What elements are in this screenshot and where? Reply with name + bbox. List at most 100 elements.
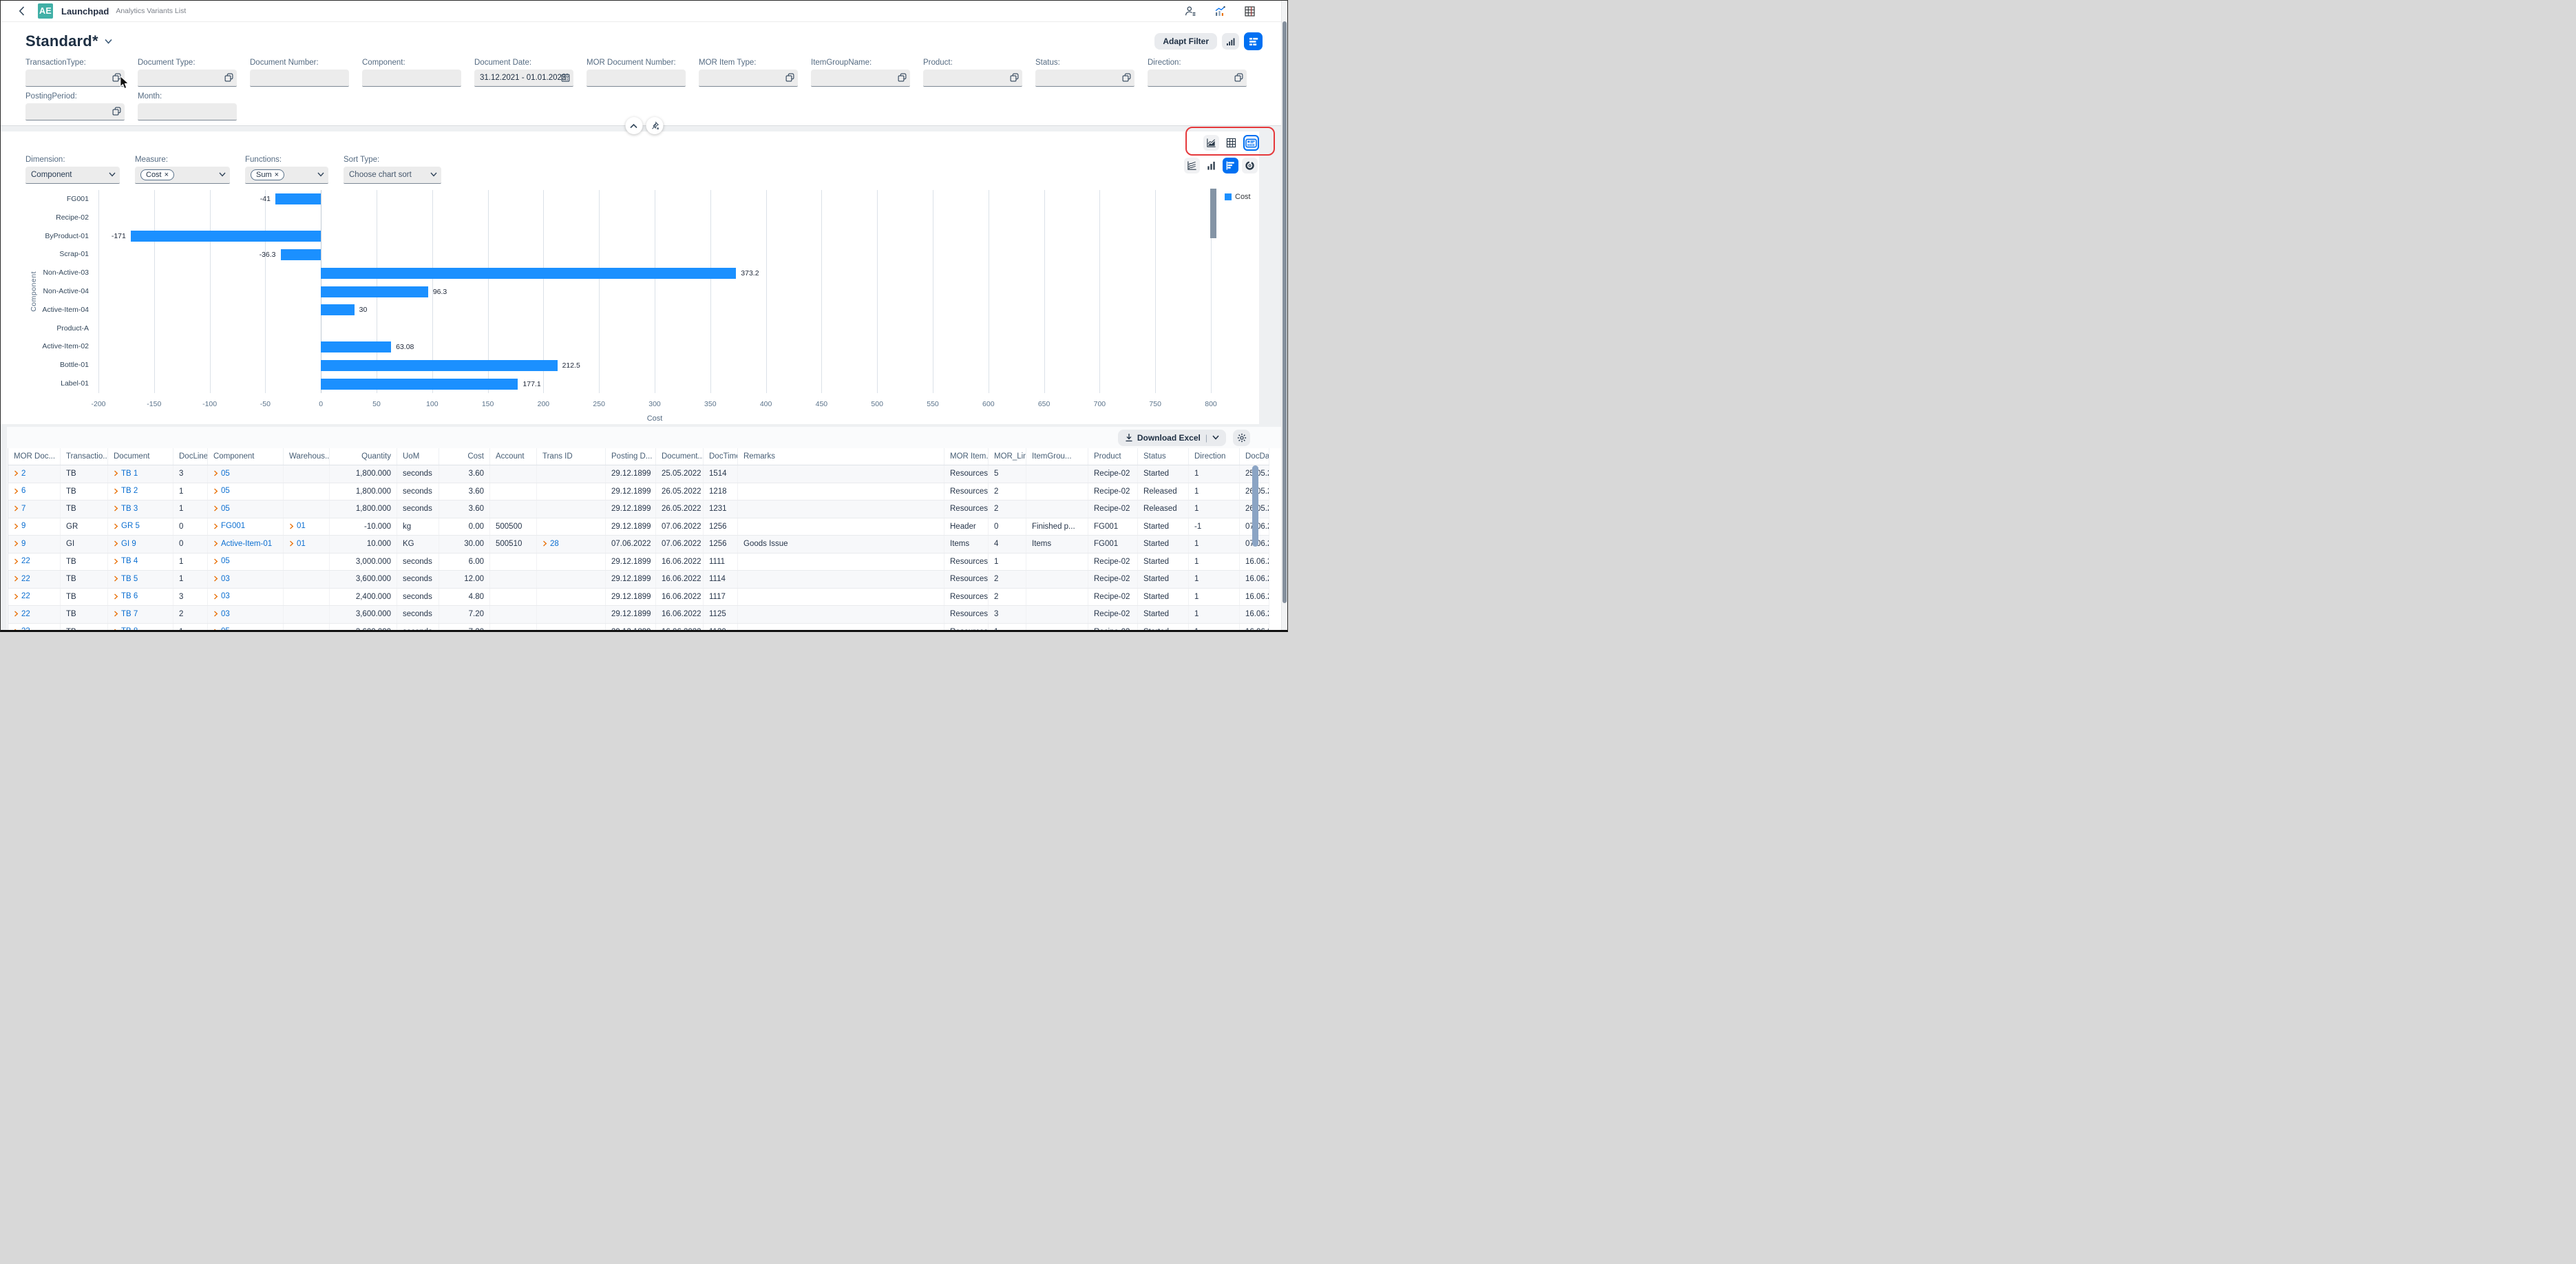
filter-input-transactiontype[interactable]: [25, 70, 125, 87]
table-row[interactable]: 2TBTB 13051,800.000seconds3.6029.12.1899…: [8, 465, 1269, 483]
column-header-mor-doc[interactable]: MOR Doc...: [8, 448, 61, 465]
table-link[interactable]: TB 6: [114, 592, 138, 600]
table-link[interactable]: 05: [213, 627, 230, 632]
column-header-docdat[interactable]: DocDat...: [1240, 448, 1269, 465]
column-header-doctime[interactable]: DocTime: [704, 448, 738, 465]
chart-bar[interactable]: [321, 286, 428, 297]
apps-grid-icon[interactable]: [1244, 6, 1256, 17]
chart-bar[interactable]: [321, 341, 391, 352]
column-header-uom[interactable]: UoM: [397, 448, 439, 465]
functions-token[interactable]: Sum×: [251, 169, 284, 180]
value-help-icon[interactable]: [785, 73, 794, 82]
table-link[interactable]: 01: [289, 540, 306, 548]
download-excel-button[interactable]: Download Excel |: [1118, 430, 1226, 446]
table-link[interactable]: FG001: [213, 522, 245, 530]
table-link[interactable]: 22: [14, 610, 30, 618]
column-header-cost[interactable]: Cost: [439, 448, 490, 465]
value-help-icon[interactable]: [1234, 73, 1243, 82]
table-link[interactable]: 22: [14, 575, 30, 583]
column-header-document[interactable]: Document...: [656, 448, 704, 465]
table-row[interactable]: 22TBTB 72033,600.000seconds7.2029.12.189…: [8, 606, 1269, 624]
value-help-icon[interactable]: [224, 73, 233, 82]
column-header-product[interactable]: Product: [1088, 448, 1138, 465]
chart-bar[interactable]: [131, 231, 321, 242]
adapt-filter-button[interactable]: Adapt Filter: [1154, 33, 1217, 50]
filter-input-itemgroupname[interactable]: [811, 70, 910, 87]
table-link[interactable]: 23: [14, 627, 30, 632]
table-link[interactable]: Active-Item-01: [213, 540, 272, 548]
table-link[interactable]: TB 8: [114, 627, 138, 632]
table-link[interactable]: TB 4: [114, 557, 138, 565]
line-chart-icon[interactable]: [1184, 158, 1200, 173]
column-header-warehous[interactable]: Warehous...: [284, 448, 330, 465]
chart-bar[interactable]: [275, 193, 321, 204]
table-link[interactable]: 9: [14, 522, 25, 530]
page-scrollbar-thumb[interactable]: [1282, 21, 1287, 603]
table-link[interactable]: 03: [213, 592, 230, 600]
value-help-icon[interactable]: [1122, 73, 1131, 82]
column-header-document[interactable]: Document: [108, 448, 173, 465]
filter-input-product[interactable]: [923, 70, 1022, 87]
table-link[interactable]: 22: [14, 592, 30, 600]
pin-filter-icon[interactable]: [646, 117, 663, 134]
token-remove-icon[interactable]: ×: [275, 171, 279, 179]
horizontal-bar-chart-icon[interactable]: [1223, 158, 1238, 173]
page-scrollbar[interactable]: [1281, 1, 1287, 630]
filter-input-component[interactable]: [362, 70, 461, 87]
table-link[interactable]: TB 3: [114, 505, 138, 513]
go-filter-button[interactable]: [1244, 32, 1263, 50]
column-header-mor-lin[interactable]: MOR_Lin...: [989, 448, 1026, 465]
filter-input-status[interactable]: [1035, 70, 1134, 87]
table-link[interactable]: 05: [213, 557, 230, 565]
user-settings-icon[interactable]: [1185, 6, 1196, 17]
analytics-icon[interactable]: [1214, 6, 1226, 17]
chart-scrollbar[interactable]: [1210, 189, 1216, 238]
filter-input-month[interactable]: [138, 103, 237, 120]
column-header-docline[interactable]: DocLine: [173, 448, 208, 465]
chart-bar[interactable]: [321, 304, 354, 315]
token-remove-icon[interactable]: ×: [165, 171, 169, 179]
column-header-posting-d[interactable]: Posting D...: [606, 448, 656, 465]
table-row[interactable]: 9GIGI 90Active-Item-010110.000KG30.00500…: [8, 536, 1269, 554]
column-header-mor-item[interactable]: MOR Item...: [944, 448, 989, 465]
column-header-account[interactable]: Account: [490, 448, 537, 465]
dimension-select[interactable]: Component: [25, 167, 120, 184]
value-help-icon[interactable]: [112, 107, 121, 116]
table-link[interactable]: 22: [14, 557, 30, 565]
chart-bar[interactable]: [321, 360, 557, 371]
table-link[interactable]: 03: [213, 575, 230, 583]
table-settings-icon[interactable]: [1233, 430, 1250, 446]
filter-input-mor-item-type[interactable]: [699, 70, 798, 87]
column-header-component[interactable]: Component: [208, 448, 284, 465]
table-row[interactable]: 22TBTB 41053,000.000seconds6.0029.12.189…: [8, 553, 1269, 571]
chart-bar[interactable]: [281, 249, 321, 260]
value-help-icon[interactable]: [112, 73, 121, 82]
collapse-filter-icon[interactable]: [625, 117, 642, 134]
column-header-remarks[interactable]: Remarks: [738, 448, 944, 465]
column-header-transactio[interactable]: Transactio...: [61, 448, 108, 465]
table-link[interactable]: 28: [542, 540, 559, 548]
table-link[interactable]: 05: [213, 505, 230, 513]
back-icon[interactable]: [16, 6, 27, 17]
table-scrollbar[interactable]: [1252, 465, 1258, 547]
column-header-status[interactable]: Status: [1138, 448, 1189, 465]
variant-title[interactable]: Standard*: [25, 32, 98, 50]
column-chart-icon[interactable]: [1203, 158, 1219, 173]
chart-bar[interactable]: [321, 379, 518, 390]
table-link[interactable]: 05: [213, 470, 230, 478]
filter-input-document-date[interactable]: 31.12.2021 - 01.01.2023: [474, 70, 573, 87]
table-row[interactable]: 6TBTB 21051,800.000seconds3.6029.12.1899…: [8, 483, 1269, 501]
sort-select[interactable]: Choose chart sort: [344, 167, 441, 184]
table-link[interactable]: TB 7: [114, 610, 138, 618]
variant-dropdown-icon[interactable]: [105, 39, 112, 44]
table-row[interactable]: 7TBTB 31051,800.000seconds3.6029.12.1899…: [8, 501, 1269, 518]
filter-input-document-number[interactable]: [250, 70, 349, 87]
value-help-icon[interactable]: [898, 73, 907, 82]
table-link[interactable]: TB 2: [114, 487, 138, 495]
table-link[interactable]: GR 5: [114, 522, 140, 530]
table-link[interactable]: 9: [14, 540, 25, 548]
table-link[interactable]: 2: [14, 470, 25, 478]
filter-input-mor-document-number[interactable]: [587, 70, 686, 87]
table-row[interactable]: 22TBTB 51033,600.000seconds12.0029.12.18…: [8, 571, 1269, 589]
filter-input-document-type[interactable]: [138, 70, 237, 87]
